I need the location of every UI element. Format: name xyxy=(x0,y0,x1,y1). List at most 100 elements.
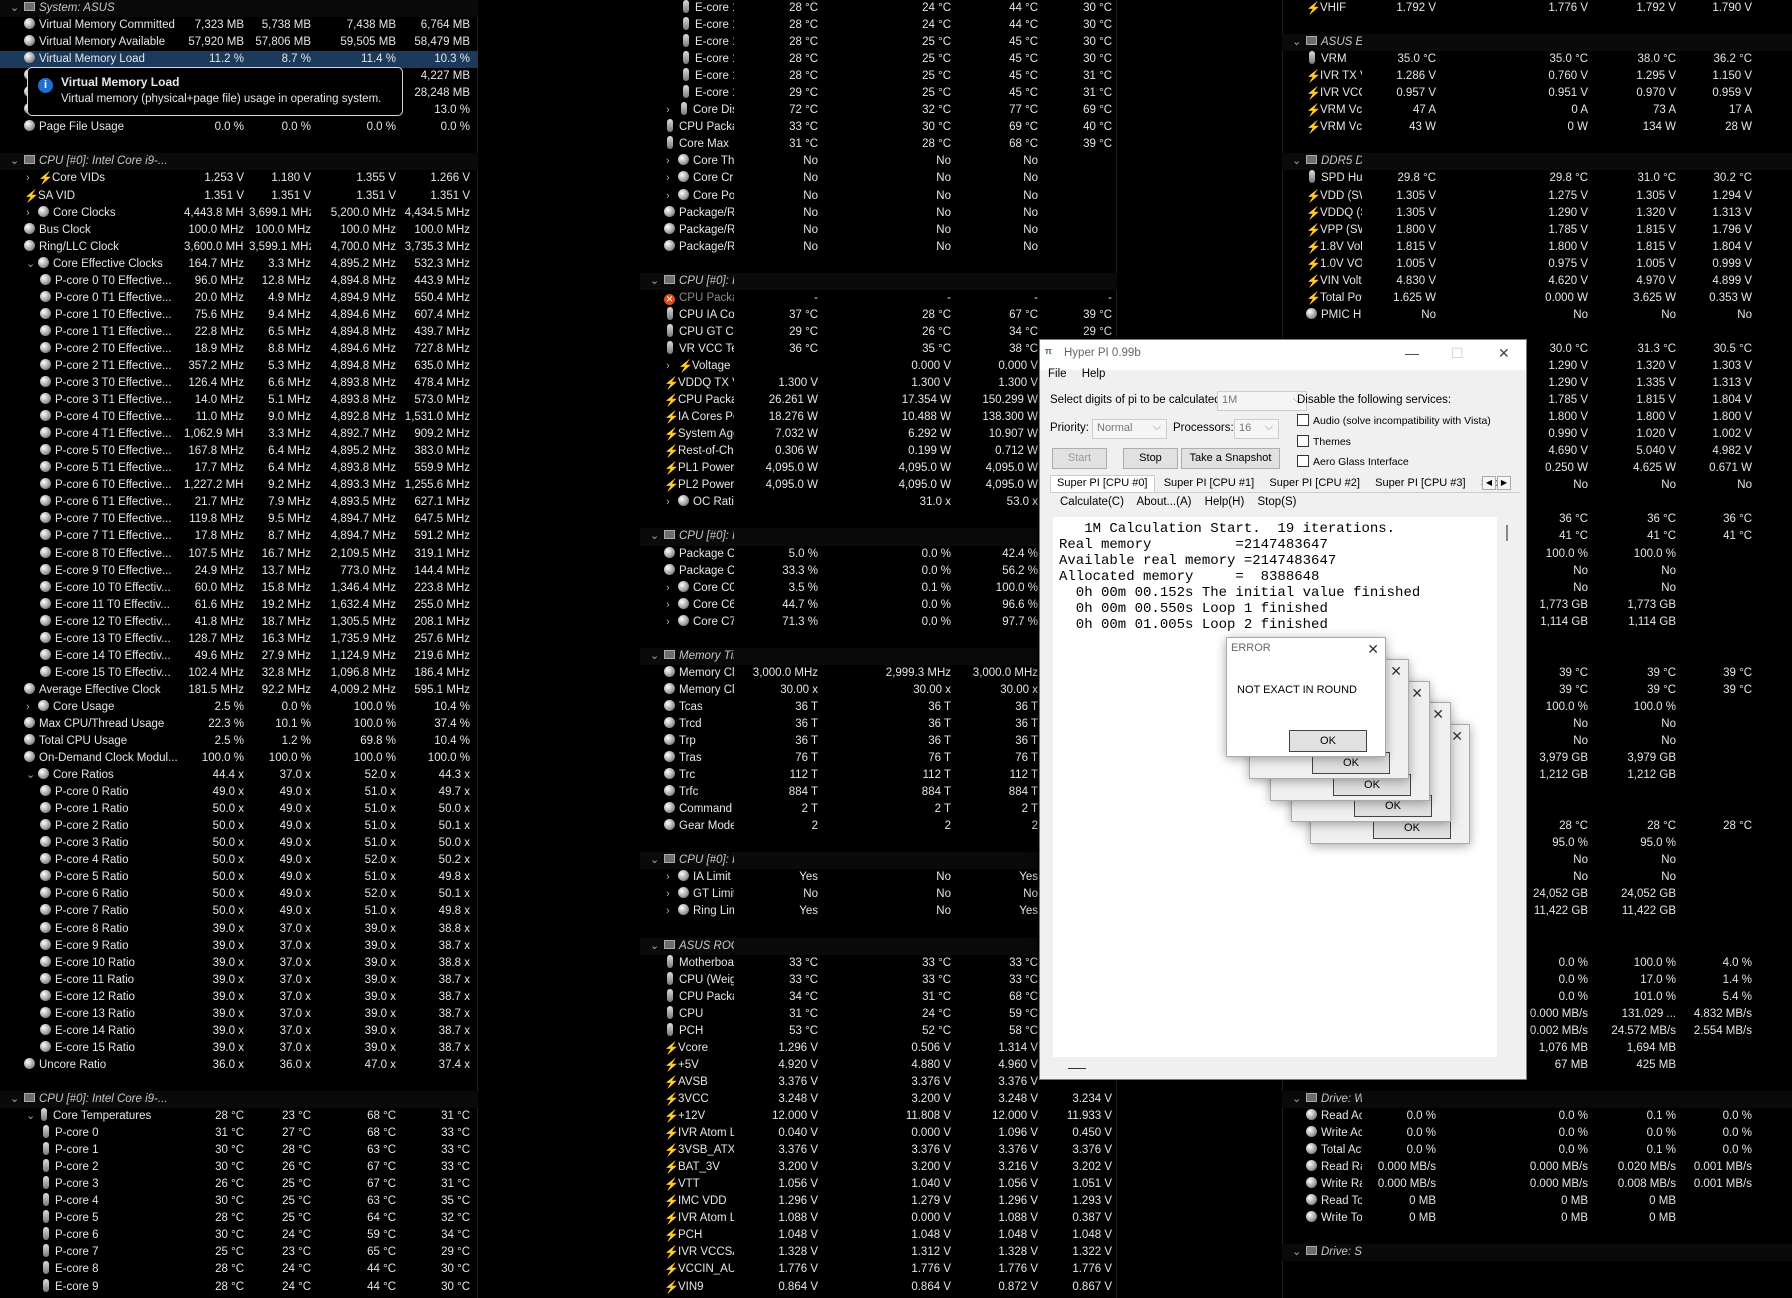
processors-select[interactable]: 16 xyxy=(1234,419,1279,439)
sensor-row[interactable]: Read Total 0 MB 0 MB 0 MB xyxy=(1282,1193,1792,1210)
sensor-row[interactable]: › Core Thermal Throttling No No No xyxy=(640,153,1117,170)
sensor-row[interactable]: ⚡VHIF 1.792 V 1.776 V 1.792 V 1.790 V xyxy=(1282,0,1792,17)
sensor-row[interactable]: ⚡VTT 1.056 V 1.040 V 1.056 V 1.051 V xyxy=(640,1176,1117,1193)
sensor-row[interactable]: On-Demand Clock Modul... 100.0 % 100.0 % 10… xyxy=(0,750,478,767)
aero-checkbox[interactable] xyxy=(1297,455,1309,467)
sensor-row[interactable]: Virtual Memory Load 11.2 % 8.7 % 11.4 % 10.3… xyxy=(0,51,478,69)
audio-checkbox[interactable] xyxy=(1297,414,1309,426)
sensor-row[interactable]: P-core 7 T1 Effective... 17.8 MHz 8.7 MHz 4… xyxy=(0,528,478,545)
sensor-row[interactable]: P-core 1 T1 Effective... 22.8 MHz 6.5 MHz 4… xyxy=(0,324,478,341)
collapse-chevron-icon[interactable]: ⌄ xyxy=(650,273,659,290)
tab-cpu-3[interactable]: Super PI [CPU #3] xyxy=(1369,476,1472,492)
sensor-row[interactable]: Uncore Ratio 36.0 x 36.0 x 47.0 x 37.4 x xyxy=(0,1057,478,1074)
title-bar[interactable]: π Hyper PI 0.99b — ☐ ✕ xyxy=(1040,340,1526,370)
sensor-row[interactable]: ⚡IVR TX VDDQ 1.286 V 0.760 V 1.295 V 1.150 V xyxy=(1282,68,1792,85)
sensor-row[interactable]: E-core 15 29 °C 25 °C 45 °C 31 °C xyxy=(640,85,1117,102)
collapse-chevron-icon[interactable]: ⌄ xyxy=(26,767,35,784)
sensor-row[interactable]: E-core 8 28 °C 24 °C 44 °C 30 °C xyxy=(0,1261,478,1278)
sensor-row[interactable]: ⚡3VCC 3.248 V 3.200 V 3.248 V 3.234 V xyxy=(640,1091,1117,1108)
close-icon[interactable]: ✕ xyxy=(1367,641,1379,658)
sensor-row[interactable]: P-core 1 30 °C 28 °C 63 °C 33 °C xyxy=(0,1142,478,1159)
sensor-row[interactable]: ⚡VCCIN_AUX 1.776 V 1.776 V 1.776 V 1.776 V xyxy=(640,1261,1117,1278)
sensor-row[interactable]: P-core 7 Ratio 50.0 x 49.0 x 51.0 x 49.8 x xyxy=(0,903,478,920)
sensor-row[interactable]: P-core 3 26 °C 25 °C 67 °C 31 °C xyxy=(0,1176,478,1193)
sensor-row[interactable]: Total CPU Usage 2.5 % 1.2 % 69.8 % 10.4 % xyxy=(0,733,478,750)
sensor-row[interactable]: ⚡IVR VCCIO Analog 0.957 V 0.951 V 0.970 V 0.… xyxy=(1282,85,1792,102)
expand-chevron-icon[interactable]: › xyxy=(666,886,670,903)
sensor-row[interactable]: CPU IA Cores 37 °C 28 °C 67 °C 39 °C xyxy=(640,306,1117,324)
sensor-row[interactable]: P-core 4 Ratio 50.0 x 49.0 x 52.0 x 50.2 x xyxy=(0,852,478,869)
sensor-row[interactable]: ⌄ Core Ratios 44.4 x 37.0 x 52.0 x 44.3 x xyxy=(0,767,478,784)
sensor-row[interactable]: ⚡VIN9 0.864 V 0.864 V 0.872 V 0.867 V xyxy=(640,1279,1117,1296)
sensor-row[interactable]: Virtual Memory Available 57,920 MB 57,806 … xyxy=(0,34,478,51)
sensor-row[interactable]: ⚡VPP (SWC) Voltage 1.800 V 1.785 V 1.815 V 1… xyxy=(1282,222,1792,239)
sensor-row[interactable]: Page File Usage 0.0 % 0.0 % 0.0 % 0.0 % xyxy=(0,119,478,136)
sensor-row[interactable]: › Core Critical Tempera... No No No xyxy=(640,170,1117,187)
sensor-row[interactable]: Bus Clock 100.0 MHz 100.0 MHz 100.0 MHz 100.… xyxy=(0,222,478,239)
tab-cpu-0[interactable]: Super PI [CPU #0] xyxy=(1050,475,1155,492)
sensor-row[interactable]: P-core 6 T0 Effective... 1,227.2 MHz 9.2 M… xyxy=(0,477,478,494)
close-icon[interactable]: ✕ xyxy=(1451,728,1463,745)
sensor-row[interactable]: Write Activity 0.0 % 0.0 % 0.0 % 0.0 % xyxy=(1282,1125,1792,1142)
sensor-row[interactable]: E-core 12 T0 Effectiv... 41.8 MHz 18.7 MHz… xyxy=(0,614,478,631)
collapse-chevron-icon[interactable]: ⌄ xyxy=(650,528,659,545)
sensor-row[interactable]: PMIC High Temperature No No No No xyxy=(1282,307,1792,324)
sensor-row[interactable]: SPD Hub Temperature 29.8 °C 29.8 °C 31.0 °C… xyxy=(1282,170,1792,187)
sensor-row[interactable]: Total Activity 0.0 % 0.0 % 0.1 % 0.0 % xyxy=(1282,1142,1792,1159)
sensor-row[interactable]: ⌄ Core Effective Clocks 164.7 MHz 3.3 MHz 4,… xyxy=(0,256,478,273)
collapse-chevron-icon[interactable]: ⌄ xyxy=(26,1108,35,1125)
collapse-chevron-icon[interactable]: ⌄ xyxy=(26,256,35,273)
sensor-group-header[interactable]: ⌄ CPU [#0]: Intel Core i9-... xyxy=(640,272,1117,290)
tab-cpu-2[interactable]: Super PI [CPU #2] xyxy=(1263,476,1366,492)
sensor-row[interactable]: E-core 9 28 °C 24 °C 44 °C 30 °C xyxy=(0,1278,478,1296)
sensor-row[interactable]: Average Effective Clock 181.5 MHz 92.2 MHz… xyxy=(0,682,478,699)
audio-option[interactable]: Audio (solve incompatibility with Vista) xyxy=(1297,414,1491,427)
expand-chevron-icon[interactable]: › xyxy=(26,699,30,716)
sensor-row[interactable]: ⚡VRM Vcore Current 47 A 0 A 73 A 17 A xyxy=(1282,102,1792,119)
expand-chevron-icon[interactable]: › xyxy=(666,494,670,511)
collapse-chevron-icon[interactable]: ⌄ xyxy=(1292,34,1301,51)
sensor-row[interactable]: ⚡VRM Vcore Power 43 W 0 W 134 W 28 W xyxy=(1282,119,1792,136)
sensor-row[interactable]: P-core 0 Ratio 49.0 x 49.0 x 51.0 x 49.7 x xyxy=(0,784,478,801)
sensor-row[interactable]: E-core 15 Ratio 39.0 x 37.0 x 39.0 x 38.7 x xyxy=(0,1040,478,1057)
sensor-row[interactable]: P-core 2 T1 Effective... 357.2 MHz 5.3 MHz… xyxy=(0,358,478,375)
aero-option[interactable]: Aero Glass Interface xyxy=(1297,455,1409,468)
tab-scroll-right-icon[interactable]: ▶ xyxy=(1497,476,1511,490)
sensor-row[interactable]: ⚡VDDQ (SWB) Voltage 1.305 V 1.290 V 1.320 V… xyxy=(1282,205,1792,222)
expand-chevron-icon[interactable]: › xyxy=(666,597,670,614)
themes-option[interactable]: Themes xyxy=(1297,435,1351,448)
sensor-row[interactable]: E-core 11 T0 Effectiv... 61.6 MHz 19.2 MHz… xyxy=(0,597,478,614)
expand-chevron-icon[interactable]: › xyxy=(666,580,670,597)
sensor-row[interactable]: E-core 10 T0 Effectiv... 60.0 MHz 15.8 MHz… xyxy=(0,580,478,597)
sensor-row[interactable]: ⚡Total Power 1.625 W 0.000 W 3.625 W 0.353 W xyxy=(1282,290,1792,307)
sensor-row[interactable]: Write Rate 0.000 MB/s 0.000 MB/s 0.008 MB/s… xyxy=(1282,1176,1792,1193)
collapse-chevron-icon[interactable]: ⌄ xyxy=(1292,1244,1301,1261)
expand-chevron-icon[interactable]: › xyxy=(666,869,670,886)
sensor-row[interactable]: ⚡3VSB_ATX 3.376 V 3.376 V 3.376 V 3.376 V xyxy=(640,1142,1117,1159)
sensor-row[interactable]: ⚡IVR Atom L2 Cluster0 1.088 V 0.000 V 1.088… xyxy=(640,1210,1117,1227)
sensor-row[interactable]: E-core 14 Ratio 39.0 x 37.0 x 39.0 x 38.7 x xyxy=(0,1023,478,1040)
expand-chevron-icon[interactable]: › xyxy=(666,614,670,631)
collapse-chevron-icon[interactable]: ⌄ xyxy=(1292,153,1301,170)
sensor-row[interactable]: E-core 11 28 °C 24 °C 44 °C 30 °C xyxy=(640,17,1117,34)
sensor-row[interactable]: Max CPU/Thread Usage 22.3 % 10.1 % 100.0 % 3… xyxy=(0,716,478,733)
sensor-row[interactable]: E-core 15 T0 Effectiv... 102.4 MHz 32.8 MH… xyxy=(0,665,478,682)
sensor-row[interactable]: P-core 4 T1 Effective... 1,062.9 MHz 3.3 M… xyxy=(0,426,478,443)
sensor-row[interactable]: Core Max 31 °C 28 °C 68 °C 39 °C xyxy=(640,136,1117,153)
sensor-row[interactable]: P-core 6 30 °C 24 °C 59 °C 34 °C xyxy=(0,1227,478,1244)
sensor-group-header[interactable]: ⌄ ASUS EC: ASUS xyxy=(1282,34,1792,52)
sensor-row[interactable]: P-core 7 T0 Effective... 119.8 MHz 9.5 MHz… xyxy=(0,511,478,528)
collapse-chevron-icon[interactable]: ⌄ xyxy=(650,938,659,955)
collapse-chevron-icon[interactable]: ⌄ xyxy=(650,648,659,665)
sensor-row[interactable]: ⚡1.0V VOUT Voltage 1.005 V 0.975 V 1.005 V 0… xyxy=(1282,256,1792,273)
sensor-row[interactable]: P-core 5 Ratio 50.0 x 49.0 x 51.0 x 49.8 x xyxy=(0,869,478,886)
sensor-group-header[interactable]: ⌄ Drive: Sabrent (296D07... xyxy=(1282,1244,1792,1262)
sensor-row[interactable]: P-core 4 30 °C 25 °C 63 °C 35 °C xyxy=(0,1193,478,1210)
collapse-chevron-icon[interactable]: ⌄ xyxy=(10,1091,19,1108)
expand-chevron-icon[interactable]: › xyxy=(666,358,670,375)
sensor-row[interactable]: › ⚡Core VIDs 1.253 V 1.180 V 1.355 V 1.266 V xyxy=(0,170,478,187)
expand-chevron-icon[interactable]: › xyxy=(666,153,670,170)
menu-calculate[interactable]: Calculate(C) xyxy=(1060,496,1124,508)
sensor-row[interactable]: Package/Ring Power Limi... No No No xyxy=(640,239,1117,256)
collapse-chevron-icon[interactable]: ⌄ xyxy=(10,0,19,17)
